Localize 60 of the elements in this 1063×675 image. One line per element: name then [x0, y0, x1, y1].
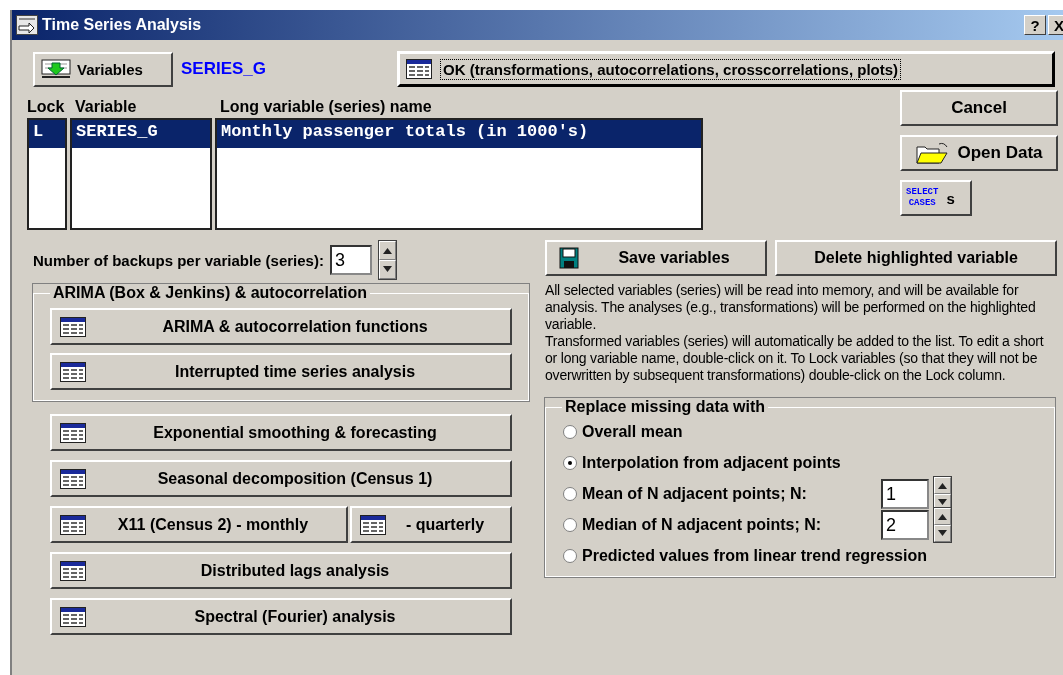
analysis-button[interactable]: Spectral (Fourier) analysis — [50, 598, 512, 635]
help-button[interactable]: ? — [1024, 15, 1046, 35]
column-header: Long variable (series) name — [220, 98, 432, 117]
lock-cell[interactable]: L — [29, 120, 65, 148]
spin-buttons[interactable] — [933, 507, 952, 543]
close-button[interactable]: X — [1048, 15, 1063, 35]
radio-button[interactable] — [562, 424, 578, 440]
analysis-button[interactable]: Seasonal decomposition (Census 1) — [50, 460, 512, 497]
select-cases-label: CASES — [907, 198, 937, 209]
table-icon — [60, 316, 86, 337]
delete-variable-button[interactable]: Delete highlighted variable — [775, 240, 1057, 276]
analysis-button[interactable]: Exponential smoothing & forecasting — [50, 414, 512, 451]
option-label[interactable]: Mean of N adjacent points; N: — [582, 485, 807, 503]
group-title: Replace missing data with — [564, 398, 767, 416]
long-name-cell[interactable]: Monthly passenger totals (in 1000's) — [217, 120, 701, 148]
option-label[interactable]: Predicted values from linear trend regression — [582, 547, 927, 565]
variables-icon — [41, 59, 71, 79]
current-variable: SERIES_G — [181, 59, 268, 79]
description-text: All selected variables (series) will be read into memory, and will be available for analysis. The analyses (e.g., transformations) will be performed on the highlighted variable. — [545, 282, 1037, 333]
radio-button[interactable] — [562, 548, 578, 564]
description-text: Transformed variables (series) will automatically be added to the list. To edit a short or long variable name, double-click on it. To Lock variables (so that they will not be overwritten by subsequent transformations) double-click on the Lock column. — [545, 333, 1045, 384]
spin-buttons[interactable] — [377, 240, 397, 280]
analysis-button[interactable]: Interrupted time series analysis — [50, 353, 512, 390]
analysis-button[interactable]: X11 (Census 2) - monthly — [50, 506, 348, 543]
option-label[interactable]: Overall mean — [582, 423, 683, 441]
ok-button[interactable]: OK (transformations, autocorrelations, crosscorrelations, plots) — [397, 51, 1055, 87]
app-icon — [16, 15, 38, 35]
analysis-button[interactable]: Distributed lags analysis — [50, 552, 512, 589]
table-icon — [60, 468, 86, 489]
select-cases-label: SELECT — [906, 187, 939, 198]
table-icon — [60, 606, 86, 627]
variables-button[interactable]: Variables — [33, 51, 173, 87]
table-icon — [60, 422, 86, 443]
n-field[interactable]: 1 — [881, 479, 929, 509]
analysis-button[interactable]: ARIMA & autocorrelation functions — [50, 308, 512, 345]
group-title: ARIMA (Box & Jenkins) & autocorrelation — [52, 284, 369, 302]
radio-button[interactable] — [562, 486, 578, 502]
floppy-icon — [559, 247, 579, 269]
window-title: Time Series Analysis — [42, 16, 203, 34]
backups-label: Number of backups per variable (series): — [33, 251, 324, 269]
table-icon — [60, 560, 86, 581]
column-header: Variable — [75, 98, 138, 117]
n-field[interactable]: 2 — [881, 510, 929, 540]
cancel-button[interactable]: Cancel — [900, 90, 1058, 126]
radio-button[interactable] — [562, 517, 578, 533]
open-data-button[interactable]: Open Data — [900, 135, 1058, 171]
column-header: Lock — [27, 98, 66, 117]
table-icon — [406, 59, 432, 79]
table-icon — [60, 514, 86, 535]
option-label[interactable]: Median of N adjacent points; N: — [582, 516, 822, 534]
table-icon — [360, 514, 386, 535]
variable-cell[interactable]: SERIES_G — [72, 120, 210, 148]
table-icon — [60, 361, 86, 382]
analysis-button[interactable]: - quarterly — [350, 506, 512, 543]
folder-icon — [915, 141, 950, 165]
backups-field[interactable]: 3 — [329, 245, 372, 275]
radio-button[interactable] — [562, 455, 578, 471]
option-label[interactable]: Interpolation from adjacent points — [582, 454, 841, 472]
select-cases-s: s — [946, 189, 955, 207]
save-variables-button[interactable]: Save variables — [545, 240, 767, 276]
